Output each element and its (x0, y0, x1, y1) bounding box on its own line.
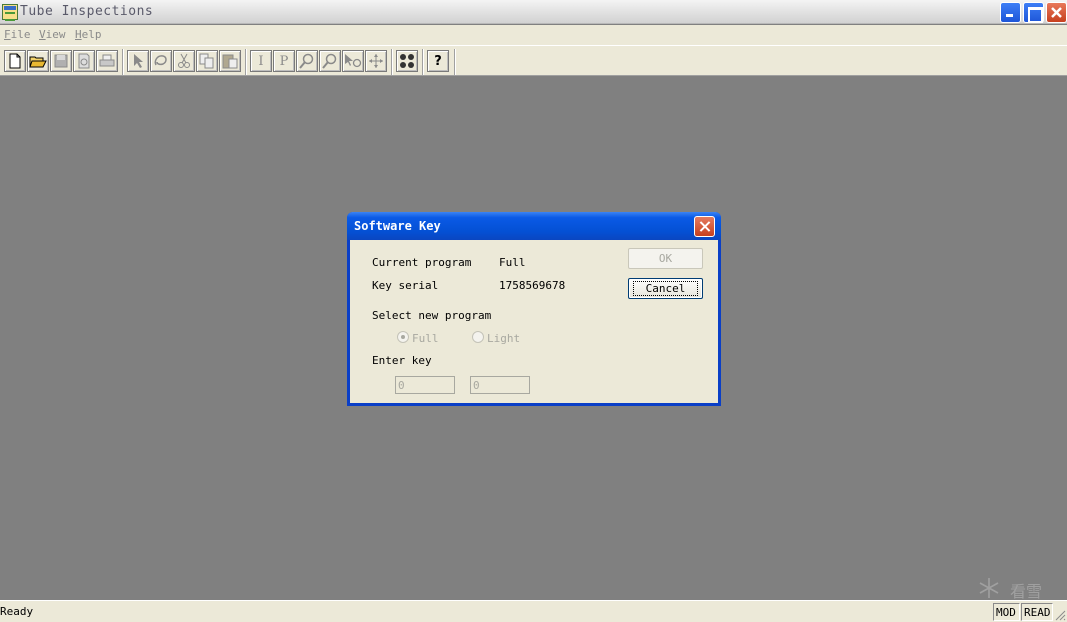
paste-clipboard-icon (222, 54, 238, 69)
menu-help[interactable]: Help (75, 28, 102, 41)
cancel-button-label: Cancel (632, 281, 699, 296)
toolbar-separator (245, 49, 247, 75)
key-input-2[interactable] (470, 376, 530, 394)
pointer-magnifier-icon (345, 54, 362, 68)
toolbar-separator (454, 49, 456, 75)
copy-button[interactable] (196, 50, 218, 72)
lasso-icon (154, 55, 167, 66)
menu-file-mnemonic: F (4, 28, 11, 41)
menu-file-label: ile (10, 28, 31, 41)
zoom-in-button[interactable] (296, 50, 318, 72)
pan-button[interactable] (365, 50, 387, 72)
dialog-close-button[interactable] (694, 216, 715, 237)
menu-help-mnemonic: H (75, 28, 82, 41)
new-button[interactable] (4, 50, 26, 72)
select-program-label: Select new program (372, 309, 492, 322)
menu-view-mnemonic: V (39, 28, 46, 41)
magnifier-icon (322, 53, 337, 69)
key-serial-value: 1758569678 (499, 279, 566, 292)
print-preview-icon (78, 53, 90, 69)
zoom-out-button[interactable] (319, 50, 341, 72)
current-program-value: Full (499, 256, 526, 269)
radio-full[interactable] (397, 331, 409, 343)
enter-key-label: Enter key (372, 354, 432, 367)
pan-arrows-icon (369, 54, 383, 68)
arrow-pointer-icon (134, 54, 143, 68)
cut-button[interactable] (173, 50, 195, 72)
paste-button[interactable] (219, 50, 241, 72)
open-folder-icon (29, 56, 47, 68)
ok-button[interactable]: OK (628, 248, 703, 269)
minimize-button[interactable] (1000, 2, 1021, 23)
watermark-text: 看雪 (1010, 582, 1043, 601)
magnifier-icon (299, 53, 314, 69)
snowflake-icon (979, 578, 999, 598)
lasso-button[interactable] (150, 50, 172, 72)
dialog-title: Software Key (354, 219, 441, 233)
menu-file[interactable]: File (4, 28, 31, 41)
maximize-button[interactable] (1023, 2, 1044, 23)
select-button[interactable] (127, 50, 149, 72)
watermark: 看雪 (978, 577, 1054, 601)
window-title: Tube Inspections (20, 4, 154, 19)
radio-full-label: Full (412, 332, 439, 345)
toolbar-separator (391, 49, 393, 75)
print-button[interactable] (96, 50, 118, 72)
new-document-icon (9, 53, 21, 69)
close-button[interactable] (1046, 2, 1067, 23)
menu-view-label: iew (45, 28, 66, 41)
resize-grip-icon[interactable] (1054, 609, 1066, 621)
p-button[interactable]: P (273, 50, 295, 72)
toolbar: I P ? (0, 45, 1067, 76)
print-preview-button[interactable] (73, 50, 95, 72)
save-disk-icon (54, 54, 68, 68)
close-icon (1051, 7, 1062, 18)
zoom-pointer-button[interactable] (342, 50, 364, 72)
status-pane-mod: MOD (993, 603, 1020, 621)
key-input-1[interactable] (395, 376, 455, 394)
radio-light[interactable] (472, 331, 484, 343)
software-key-dialog: Software Key Current program Full Key se… (347, 212, 721, 406)
app-icon[interactable] (2, 4, 18, 21)
save-button[interactable] (50, 50, 72, 72)
cancel-button[interactable]: Cancel (628, 278, 703, 299)
radio-light-label: Light (487, 332, 521, 345)
key-serial-label: Key serial (372, 279, 439, 292)
toolbar-separator (122, 49, 124, 75)
menu-view[interactable]: View (39, 28, 66, 41)
status-text: Ready (0, 605, 34, 618)
menu-bar: File View Help (0, 25, 1067, 45)
current-program-label: Current program (372, 256, 472, 269)
help-button[interactable]: ? (427, 50, 449, 72)
grid-view-button[interactable] (396, 50, 418, 72)
status-bar: Ready MOD READ (0, 600, 1067, 622)
status-pane-read: READ (1021, 603, 1053, 621)
open-button[interactable] (27, 50, 49, 72)
printer-icon (99, 54, 115, 67)
insert-button[interactable]: I (250, 50, 272, 72)
dialog-title-bar: Software Key (347, 212, 721, 240)
title-bar: Tube Inspections (0, 0, 1067, 24)
copy-icon (199, 53, 214, 69)
four-dots-icon (400, 54, 414, 68)
menu-help-label: elp (81, 28, 102, 41)
scissors-icon (178, 53, 190, 68)
toolbar-separator (422, 49, 424, 75)
